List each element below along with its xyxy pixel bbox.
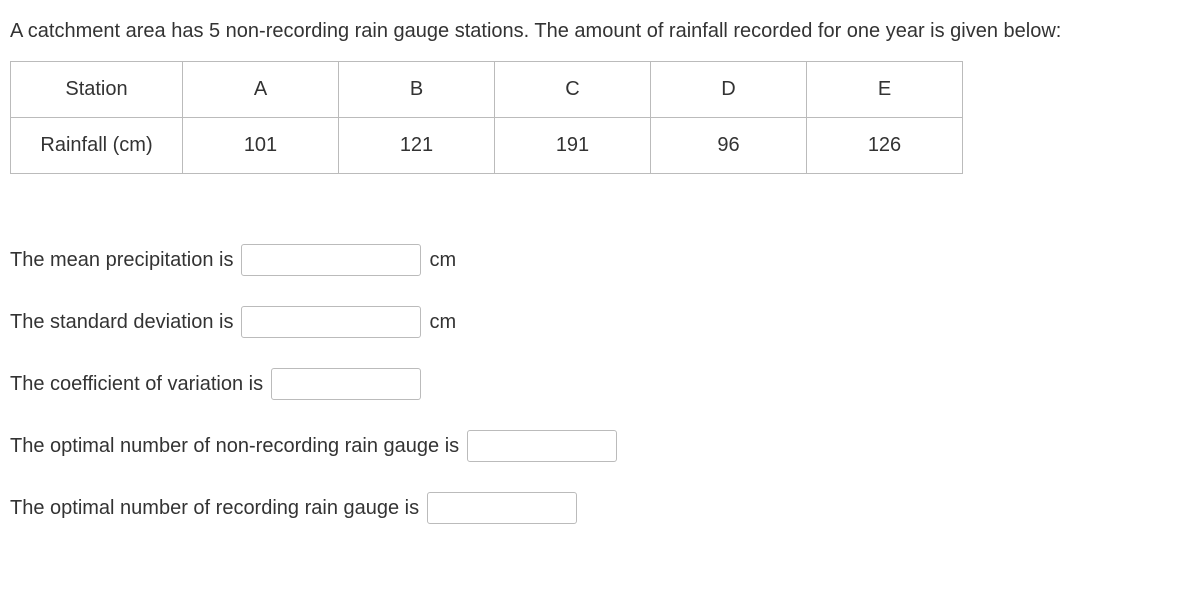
table-cell: 126 [807, 118, 963, 174]
table-cell: 96 [651, 118, 807, 174]
question-cv: The coefficient of variation is [10, 368, 1190, 400]
stddev-label: The standard deviation is [10, 311, 233, 334]
cv-label: The coefficient of variation is [10, 373, 263, 396]
nonrecording-label: The optimal number of non-recording rain… [10, 435, 459, 458]
table-cell: 101 [183, 118, 339, 174]
table-cell: E [807, 62, 963, 118]
table-cell: 121 [339, 118, 495, 174]
row-header-rainfall: Rainfall (cm) [11, 118, 183, 174]
question-recording: The optimal number of recording rain gau… [10, 492, 1190, 524]
mean-input[interactable] [241, 244, 421, 276]
table-cell: B [339, 62, 495, 118]
table-cell: D [651, 62, 807, 118]
nonrecording-input[interactable] [467, 430, 617, 462]
recording-label: The optimal number of recording rain gau… [10, 497, 419, 520]
mean-label: The mean precipitation is [10, 249, 233, 272]
table-cell: 191 [495, 118, 651, 174]
cv-input[interactable] [271, 368, 421, 400]
row-header-station: Station [11, 62, 183, 118]
question-mean: The mean precipitation is cm [10, 244, 1190, 276]
stddev-input[interactable] [241, 306, 421, 338]
recording-input[interactable] [427, 492, 577, 524]
table-row: Station A B C D E [11, 62, 963, 118]
mean-unit: cm [429, 249, 456, 272]
table-cell: A [183, 62, 339, 118]
question-stddev: The standard deviation is cm [10, 306, 1190, 338]
intro-text: A catchment area has 5 non-recording rai… [10, 20, 1190, 43]
table-cell: C [495, 62, 651, 118]
rainfall-table: Station A B C D E Rainfall (cm) 101 121 … [10, 61, 963, 174]
stddev-unit: cm [429, 311, 456, 334]
question-nonrecording: The optimal number of non-recording rain… [10, 430, 1190, 462]
table-row: Rainfall (cm) 101 121 191 96 126 [11, 118, 963, 174]
